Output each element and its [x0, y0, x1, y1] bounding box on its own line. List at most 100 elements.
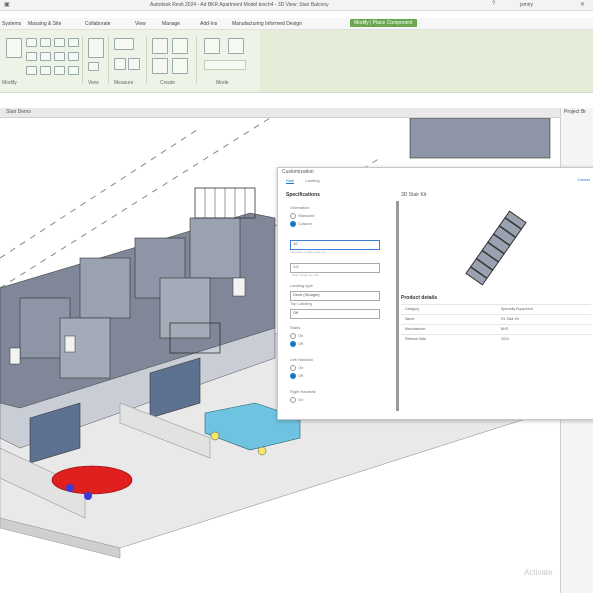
- product-details-heading: Product details: [401, 295, 438, 301]
- array-icon[interactable]: [54, 66, 65, 75]
- window: [9, 347, 21, 365]
- tab-view[interactable]: View: [135, 21, 146, 27]
- tab-massing-site[interactable]: Massing & Site: [28, 21, 61, 27]
- dialog-tab-landing[interactable]: Landing: [305, 178, 319, 183]
- module-unit: [189, 217, 241, 279]
- measure-icon[interactable]: [114, 38, 134, 50]
- dialog-splitter[interactable]: [396, 201, 399, 411]
- ribbon-divider: [146, 36, 147, 84]
- orientation-label: Orientation: [290, 205, 310, 210]
- group-label-measure: Measure: [114, 80, 134, 86]
- detail-row: Manufacturer BKR: [401, 324, 591, 334]
- dialog-tab-stair[interactable]: Stair: [286, 178, 295, 184]
- create-assembly-icon[interactable]: [152, 58, 168, 74]
- hide-icon[interactable]: [88, 62, 99, 71]
- preview-heading: 3D Stair Kit: [401, 192, 427, 198]
- top-landing-select[interactable]: Off: [290, 309, 380, 319]
- create-parts-icon[interactable]: [172, 58, 188, 74]
- tab-modify-place-component[interactable]: Modify | Place Component: [350, 19, 417, 27]
- risers-value: 10: [293, 241, 298, 246]
- detail-value: Specialty Equipment: [501, 307, 533, 311]
- close-icon[interactable]: ✕: [580, 1, 585, 8]
- rotate-icon[interactable]: [54, 52, 65, 61]
- ribbon-divider: [196, 36, 197, 84]
- standard-label: Standard: [298, 213, 315, 218]
- tab-manufacturing-informed-design[interactable]: Manufacturing Informed Design: [232, 21, 302, 27]
- copy-icon[interactable]: [40, 52, 51, 61]
- view-tab-bar: Stair Demo: [0, 108, 560, 118]
- top-landing-label: Top Landing: [290, 301, 312, 306]
- load-family-icon[interactable]: [204, 38, 220, 54]
- delete-icon[interactable]: [68, 66, 79, 75]
- far-building: [409, 118, 551, 159]
- cut-icon[interactable]: [26, 38, 37, 47]
- risers-hint: Number of Risers per run: [292, 250, 326, 254]
- riser-height-hint: Riser height per rise: [292, 273, 319, 277]
- mirror-icon[interactable]: [26, 66, 37, 75]
- specifications-heading: Specifications: [286, 192, 320, 198]
- landing-type-select[interactable]: Deck (Straight): [290, 291, 380, 301]
- stair-preview: [465, 210, 527, 286]
- car-wheel: [66, 484, 74, 492]
- custom-radio[interactable]: [290, 221, 296, 227]
- detail-key: Category: [405, 307, 420, 311]
- move-icon[interactable]: [26, 52, 37, 61]
- left-handrail-on-radio[interactable]: [290, 365, 296, 371]
- view-icon[interactable]: [88, 38, 104, 58]
- right-handrail-on-radio[interactable]: [290, 397, 296, 403]
- activation-watermark: Activate: [524, 568, 553, 577]
- tab-systems[interactable]: Systems: [2, 21, 21, 27]
- create-similar-icon[interactable]: [172, 38, 188, 54]
- red-car: [51, 465, 133, 495]
- view-tab-stair-demo[interactable]: Stair Demo: [6, 109, 31, 115]
- help-icon[interactable]: ?: [492, 1, 495, 7]
- detail-row: Name R1 Stair Kit: [401, 314, 591, 324]
- detail-row: Category Specialty Equipment: [401, 304, 591, 314]
- user-name[interactable]: jsmiry: [520, 2, 533, 8]
- left-handrail-label: Left Handrail: [290, 357, 313, 362]
- dialog-title: Customization: [282, 169, 314, 175]
- specifications-panel: Specifications Orientation Standard Cust…: [286, 192, 394, 414]
- module-unit: [159, 277, 211, 339]
- stairs-off-label: Off: [298, 341, 304, 346]
- landing-type-label: Landing type: [290, 283, 313, 288]
- standard-radio[interactable]: [290, 213, 296, 219]
- detail-key: Name: [405, 317, 415, 321]
- right-handrail-on-label: On: [298, 397, 304, 402]
- trim-icon[interactable]: [68, 52, 79, 61]
- tab-manage[interactable]: Manage: [162, 21, 180, 27]
- stairs-off-radio[interactable]: [290, 341, 296, 347]
- dimension-icon[interactable]: [114, 58, 126, 70]
- place-on-face-icon[interactable]: [204, 60, 246, 70]
- tab-add-ins[interactable]: Add-Ins: [200, 21, 217, 27]
- detail-value: R1 Stair Kit: [501, 317, 519, 321]
- offset-icon[interactable]: [68, 38, 79, 47]
- join-icon[interactable]: [40, 38, 51, 47]
- riser-height-field[interactable]: 1.0: [290, 263, 380, 273]
- cancel-button[interactable]: Cancel: [578, 177, 590, 182]
- project-browser-title: Project Br: [564, 109, 586, 115]
- ribbon-divider: [82, 36, 83, 84]
- stairs-on-radio[interactable]: [290, 333, 296, 339]
- title-bar: ▣ Autodesk Revit 2024 - Ad BKR Apartment…: [0, 0, 593, 11]
- paste-icon[interactable]: [6, 38, 22, 58]
- angle-icon[interactable]: [128, 58, 140, 70]
- custom-label: Custom: [298, 221, 312, 226]
- group-label-view: View: [88, 80, 99, 86]
- detail-key: Release Date: [405, 337, 427, 341]
- app-icon[interactable]: ▣: [4, 1, 10, 8]
- in-place-model-icon[interactable]: [228, 38, 244, 54]
- car-wheel: [210, 431, 220, 441]
- align-icon[interactable]: [54, 38, 65, 47]
- detail-key: Manufacturer: [405, 327, 426, 331]
- left-handrail-on-label: On: [298, 365, 304, 370]
- stairs-on-label: On: [298, 333, 304, 338]
- stairs-label: Stairs: [290, 325, 301, 330]
- tab-collaborate[interactable]: Collaborate: [85, 21, 111, 27]
- create-group-icon[interactable]: [152, 38, 168, 54]
- risers-field[interactable]: 10: [290, 240, 380, 250]
- ribbon-panel: Modify View Measure Create Mode: [0, 30, 593, 93]
- customization-dialog: Customization Stair Landing Cancel Speci…: [277, 167, 593, 420]
- left-handrail-off-radio[interactable]: [290, 373, 296, 379]
- scale-icon[interactable]: [40, 66, 51, 75]
